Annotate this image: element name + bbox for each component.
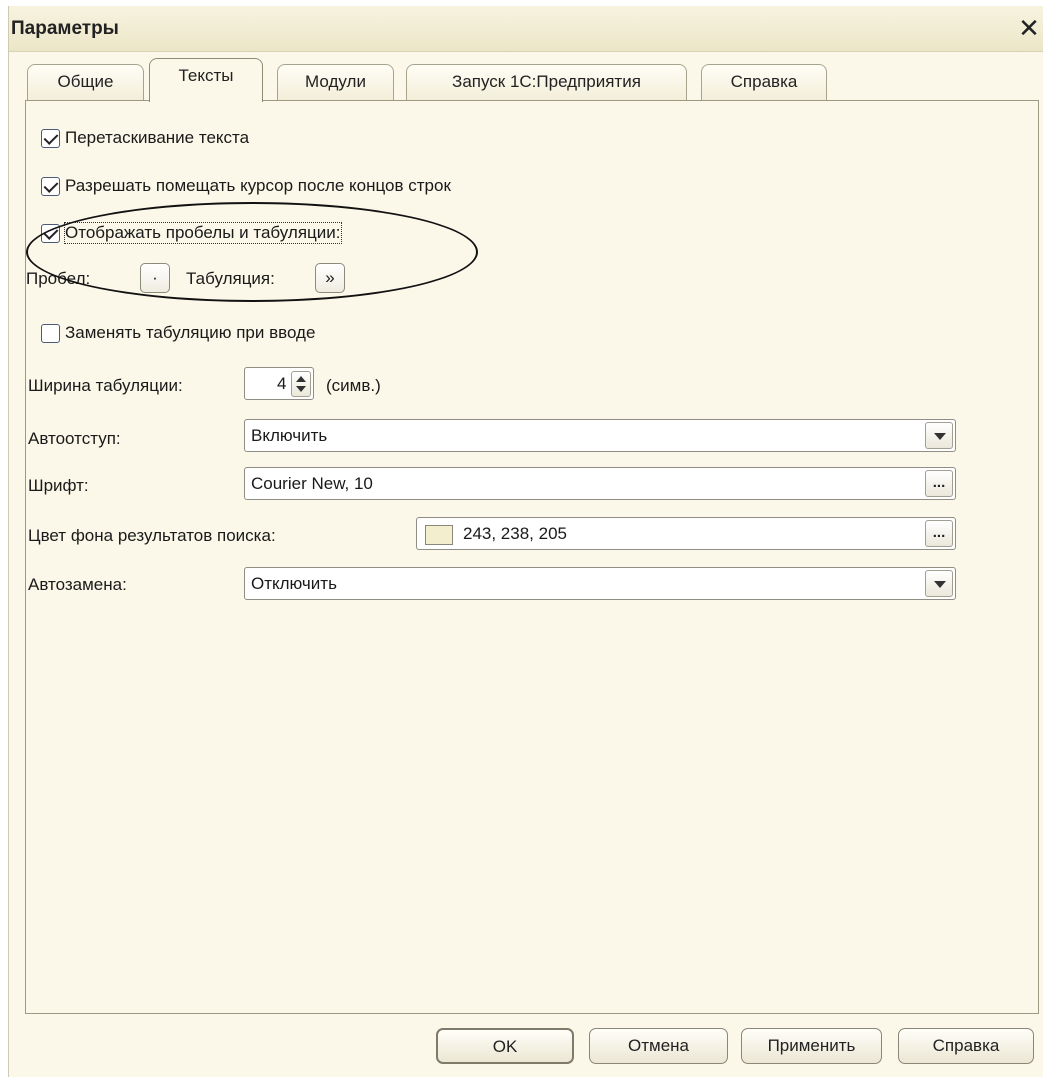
tab-width-field[interactable]: 4 [244,367,314,400]
tab-modules[interactable]: Модули [277,64,394,100]
tab-general[interactable]: Общие [27,64,144,100]
tab-symbol-label: Табуляция: [186,269,275,288]
replace-tabs-checkbox[interactable] [41,324,60,343]
font-field[interactable]: Courier New, 10 ... [244,467,956,500]
tab-enterprise-launch[interactable]: Запуск 1С:Предприятия [406,64,687,100]
help-button[interactable]: Справка [898,1028,1034,1064]
show-whitespace-checkbox[interactable] [41,224,60,243]
search-bg-choose-button[interactable]: ... [925,520,953,547]
tab-symbol-button[interactable]: » [315,263,345,293]
cancel-button[interactable]: Отмена [589,1028,728,1064]
font-label: Шрифт: [28,476,89,495]
tab-width-unit: (симв.) [326,376,381,395]
font-value: Courier New, 10 [251,474,373,493]
autoindent-dropdown-button[interactable] [925,422,953,449]
search-bg-label: Цвет фона результатов поиска: [28,526,276,545]
search-bg-swatch [425,525,453,545]
apply-button[interactable]: Применить [741,1028,882,1064]
parameters-dialog: Параметры ✕ Общие Тексты Модули Запуск 1… [8,6,1043,1077]
dialog-title: Параметры [11,18,119,39]
tab-width-label: Ширина табуляции: [28,376,183,395]
autoindent-value: Включить [251,426,328,445]
replace-tabs-label: Заменять табуляцию при вводе [65,323,316,342]
font-choose-button[interactable]: ... [925,470,953,497]
autoreplace-value: Отключить [251,574,337,593]
ok-button[interactable]: OK [436,1028,574,1064]
cursor-after-eol-checkbox[interactable] [41,177,60,196]
title-bar[interactable]: Параметры ✕ [9,6,1043,52]
autoindent-select[interactable]: Включить [244,419,956,452]
space-label: Пробел: [26,269,91,288]
autoreplace-dropdown-button[interactable] [925,570,953,597]
search-bg-field[interactable]: 243, 238, 205 ... [416,517,956,550]
tab-texts[interactable]: Тексты [149,58,263,102]
autoreplace-select[interactable]: Отключить [244,567,956,600]
space-symbol-button[interactable]: · [140,263,170,293]
texts-panel: Перетаскивание текста Разрешать помещать… [25,100,1039,1014]
drag-text-checkbox[interactable] [41,129,60,148]
tab-width-value: 4 [277,374,287,393]
cursor-after-eol-label: Разрешать помещать курсор после концов с… [65,176,451,195]
close-icon[interactable]: ✕ [1015,14,1043,42]
tab-help[interactable]: Справка [701,64,827,100]
autoreplace-label: Автозамена: [28,575,127,594]
search-bg-value: 243, 238, 205 [463,524,567,543]
tab-width-spinner[interactable] [291,371,311,397]
autoindent-label: Автоотступ: [28,429,121,448]
show-whitespace-label: Отображать пробелы и табуляции: [64,222,342,244]
drag-text-label: Перетаскивание текста [65,128,250,147]
